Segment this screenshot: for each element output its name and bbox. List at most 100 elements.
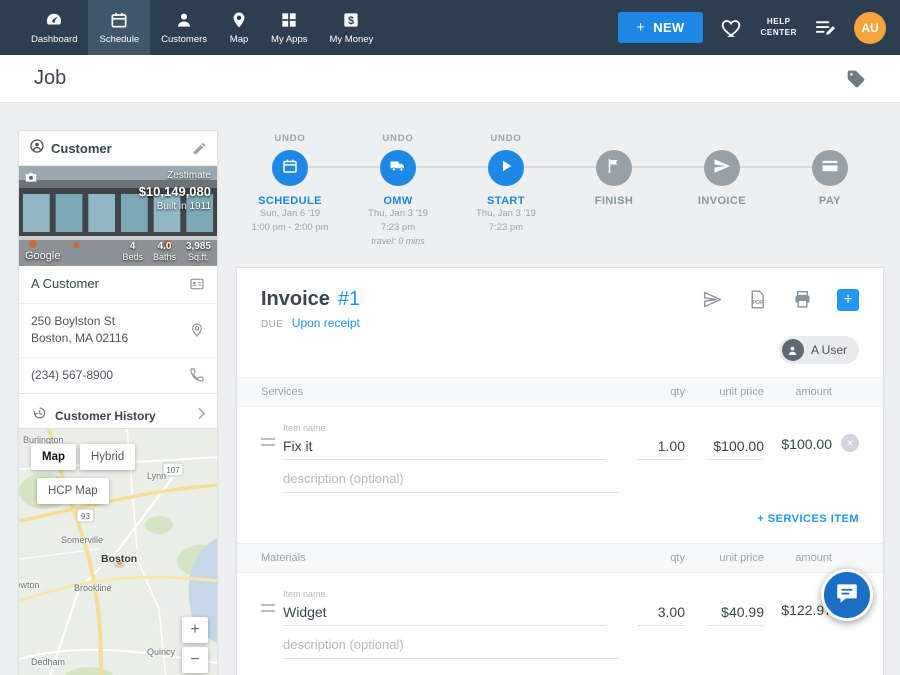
step-invoice: INVOICE	[668, 133, 776, 248]
nav-right: + NEW HELP CENTER AU	[618, 0, 900, 55]
materials-section-label: Materials	[261, 552, 619, 564]
step-time: 7:23 pm	[489, 221, 523, 235]
service-qty-input[interactable]	[637, 435, 685, 460]
schedule-step-button[interactable]	[272, 150, 308, 186]
step-travel: travel: 0 mins	[371, 235, 425, 248]
activity-feed-icon[interactable]	[814, 16, 837, 39]
map-type-hcp-button[interactable]: HCP Map	[37, 478, 109, 504]
price-tag-icon[interactable]	[846, 69, 866, 89]
add-services-item-link[interactable]: + SERVICES ITEM	[757, 513, 859, 525]
history-icon	[31, 405, 47, 426]
heart-icon[interactable]	[720, 16, 744, 40]
calendar-icon	[281, 157, 299, 180]
invoice-step-button[interactable]	[704, 150, 740, 186]
help-center-link[interactable]: HELP CENTER	[761, 17, 798, 39]
materials-section-header: Materials qty unit price amount	[237, 543, 883, 573]
map-type-hybrid-button[interactable]: Hybrid	[80, 444, 135, 470]
invoice-card: Invoice #1 PDF + DUE Upon rece	[236, 267, 884, 675]
service-unit-price-input[interactable]	[707, 435, 764, 460]
services-description-row	[237, 460, 883, 493]
qty-column-header: qty	[619, 386, 685, 398]
due-label: DUE	[261, 319, 283, 330]
zestimate-value: $10,149,080	[139, 183, 211, 201]
due-row: DUE Upon receipt	[261, 314, 859, 332]
drag-handle[interactable]	[261, 438, 275, 446]
material-description-input[interactable]	[283, 634, 619, 659]
invoice-number: #1	[338, 288, 360, 311]
send-invoice-icon[interactable]	[702, 289, 723, 310]
map-label-dedham: Dedham	[31, 657, 65, 667]
service-name-input[interactable]	[283, 435, 606, 460]
step-label: OMW	[383, 195, 412, 207]
chat-icon	[834, 580, 860, 611]
undo-start[interactable]: UNDO	[490, 133, 521, 150]
finish-step-button[interactable]	[596, 150, 632, 186]
remove-service-item-button[interactable]: ×	[841, 434, 859, 452]
service-description-input[interactable]	[283, 468, 619, 493]
invoice-header: Invoice #1 PDF + DUE Upon rece	[237, 268, 883, 332]
service-amount: $100.00	[764, 436, 832, 460]
nav-item-my-money[interactable]: $ My Money	[318, 0, 384, 55]
qty-column-header: qty	[619, 552, 685, 564]
step-time: 7:23 pm	[381, 221, 415, 235]
user-avatar[interactable]: AU	[854, 12, 886, 44]
nav-item-schedule[interactable]: Schedule	[88, 0, 150, 55]
drag-handle[interactable]	[261, 604, 275, 612]
map-pin-icon	[229, 10, 249, 30]
new-button[interactable]: + NEW	[618, 12, 702, 43]
nav-label: My Money	[329, 34, 373, 45]
address-line2: Boston, MA 02116	[31, 331, 128, 345]
job-progress-stepper: UNDO SCHEDULE Sun, Jan 6 '19 1:00 pm - 2…	[236, 133, 884, 248]
play-icon	[497, 157, 515, 180]
invoice-add-button[interactable]: +	[837, 289, 859, 311]
map-label-newton: Newton	[18, 580, 40, 590]
customer-address-row: 250 Boylston St Boston, MA 02116	[19, 303, 217, 357]
nav-item-my-apps[interactable]: My Apps	[260, 0, 318, 55]
chat-bubble-button[interactable]	[821, 569, 873, 621]
assignee-row: A User	[237, 332, 883, 377]
nav-label: Map	[230, 34, 248, 45]
pay-step-button[interactable]	[812, 150, 848, 186]
assignee-chip[interactable]: A User	[779, 336, 859, 364]
print-icon[interactable]	[792, 289, 813, 310]
unit-price-column-header: unit price	[685, 386, 764, 398]
step-label: FINISH	[595, 195, 633, 207]
step-date: Sun, Jan 6 '19	[260, 207, 320, 221]
pdf-icon[interactable]: PDF	[747, 289, 768, 310]
top-nav: Dashboard Schedule Customers Map	[0, 0, 900, 55]
undo-omw[interactable]: UNDO	[382, 133, 413, 150]
step-finish: FINISH	[560, 133, 668, 248]
unit-price-column-header: unit price	[685, 552, 764, 564]
history-label: Customer History	[55, 409, 190, 423]
nav-item-map[interactable]: Map	[218, 0, 260, 55]
step-label: PAY	[819, 195, 841, 207]
edit-pencil-icon[interactable]	[192, 141, 207, 156]
zoom-out-button[interactable]: −	[182, 647, 208, 673]
step-schedule: UNDO SCHEDULE Sun, Jan 6 '19 1:00 pm - 2…	[236, 133, 344, 248]
material-unit-price-input[interactable]	[707, 601, 764, 626]
material-name-input[interactable]	[283, 601, 606, 626]
undo-schedule[interactable]: UNDO	[274, 133, 305, 150]
nav-item-customers[interactable]: Customers	[150, 0, 218, 55]
nav-label: Dashboard	[31, 34, 77, 45]
step-label: SCHEDULE	[258, 195, 322, 207]
item-name-label: Item name	[283, 423, 619, 433]
customer-phone-row: (234) 567-8900	[19, 357, 217, 393]
map-type-map-button[interactable]: Map	[31, 444, 76, 470]
help-center-line2: CENTER	[761, 28, 798, 39]
zestimate-block: Zestimate $10,149,080 Built in 1911	[139, 169, 211, 214]
omw-step-button[interactable]	[380, 150, 416, 186]
customer-address: 250 Boylston St Boston, MA 02116	[31, 313, 181, 348]
customer-card: Customer	[18, 130, 218, 438]
zoom-in-button[interactable]: +	[182, 617, 208, 643]
step-start: UNDO START Thu, Jan 3 '19 7:23 pm	[452, 133, 560, 248]
start-step-button[interactable]	[488, 150, 524, 186]
help-center-line1: HELP	[761, 17, 798, 28]
material-qty-input[interactable]	[637, 601, 685, 626]
property-photo: Zestimate $10,149,080 Built in 1911 4 Be…	[19, 166, 217, 266]
customer-name: A Customer	[31, 275, 181, 294]
amount-column-header: amount	[764, 386, 832, 398]
nav-item-dashboard[interactable]: Dashboard	[20, 0, 88, 55]
services-section-header: Services qty unit price amount	[237, 377, 883, 407]
due-terms-link[interactable]: Upon receipt	[292, 316, 360, 330]
